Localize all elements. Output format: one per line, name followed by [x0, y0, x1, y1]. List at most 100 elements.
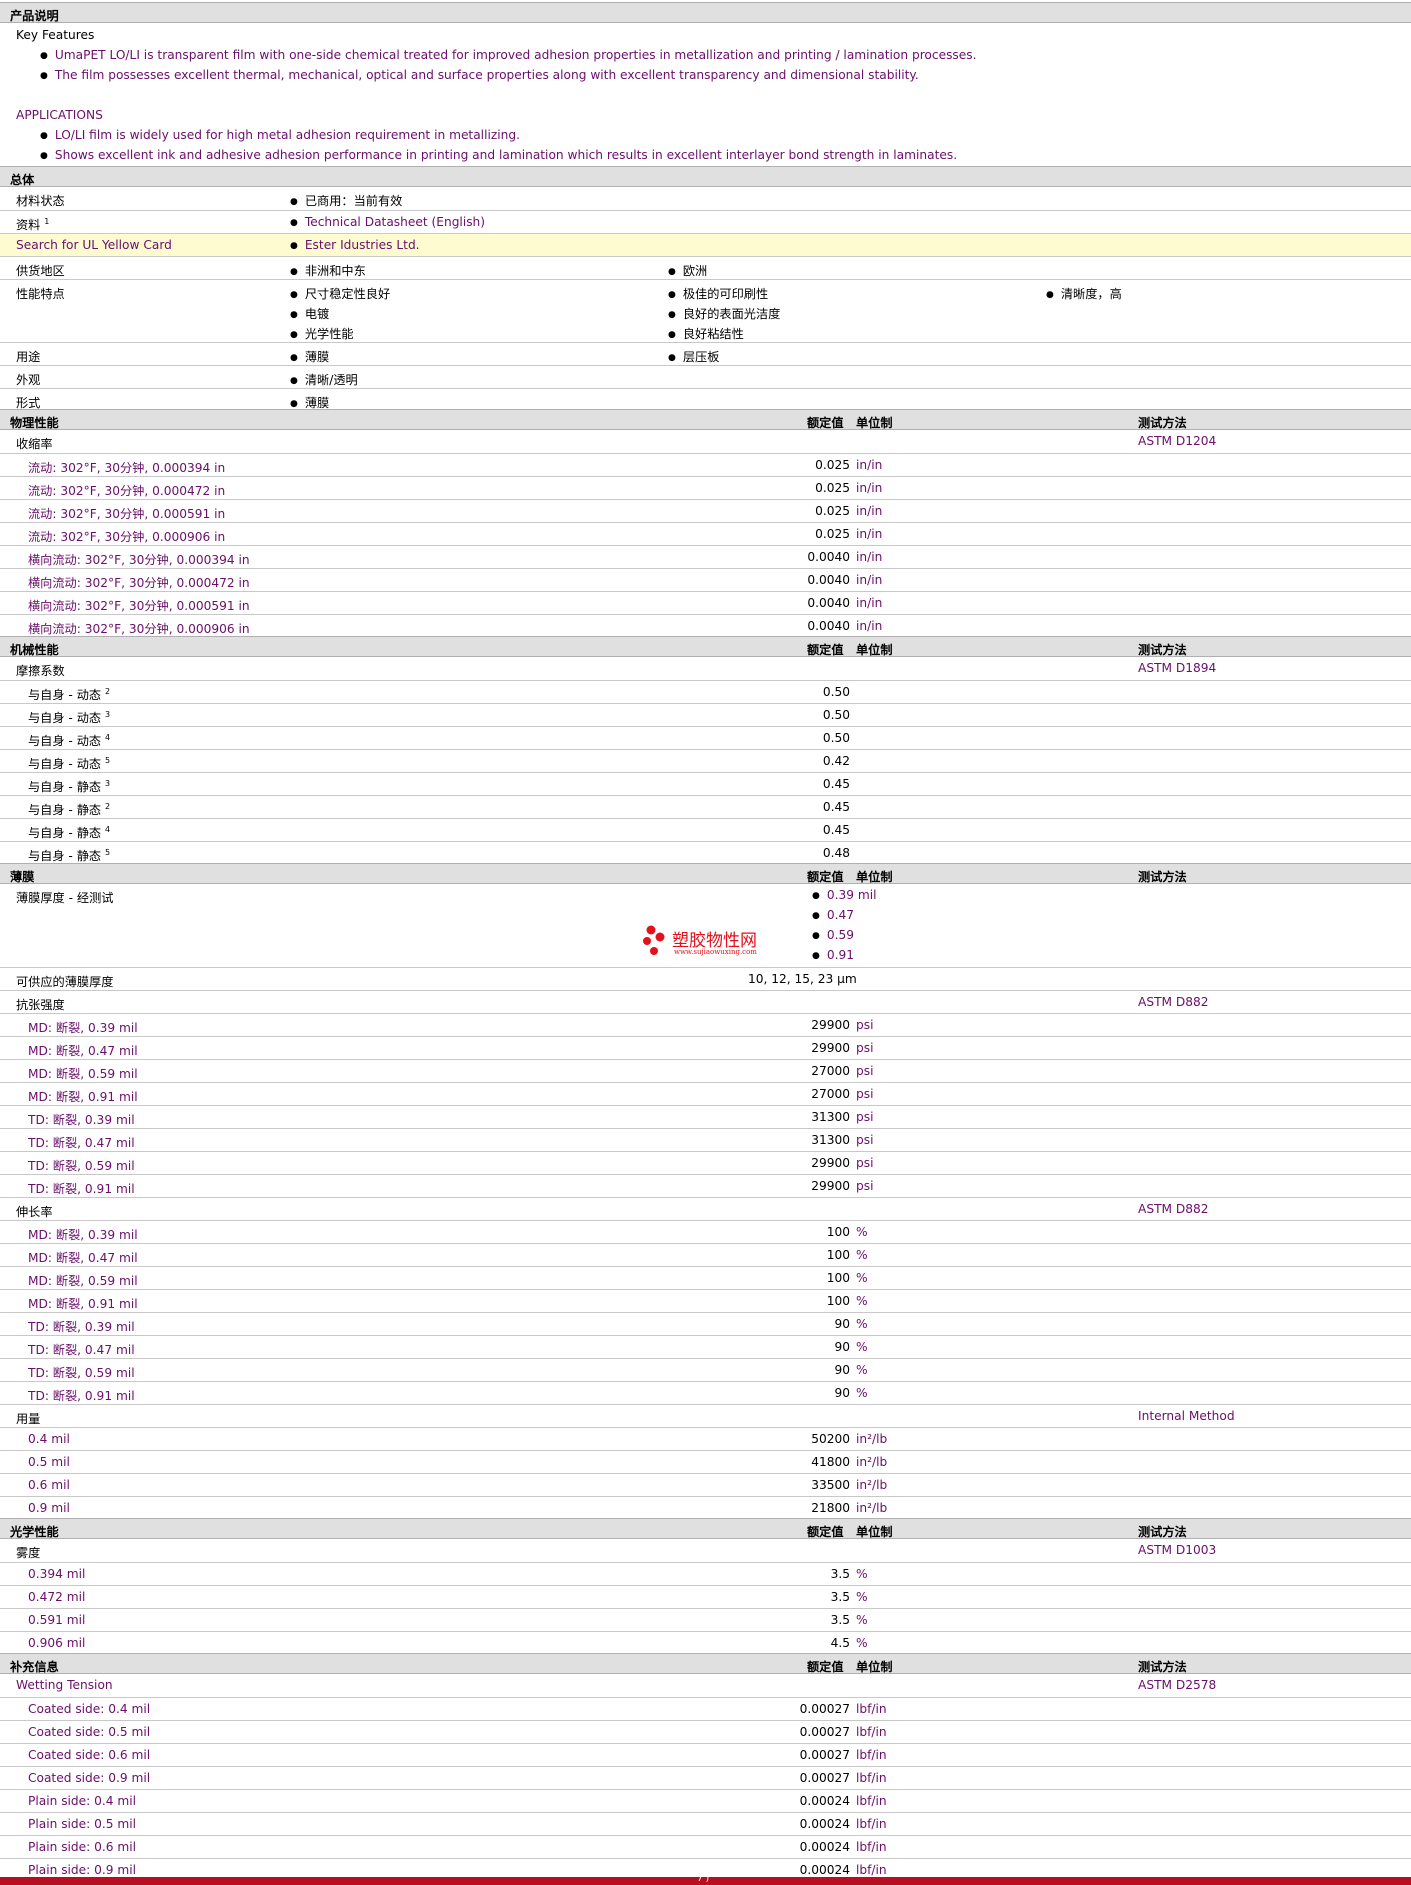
thickness-value: 0.91 [812, 948, 854, 962]
data-row: 流动: 302°F, 30分钟, 0.000906 in 0.025 in/in [0, 522, 1411, 545]
feature-item: 清晰度，高 [1046, 284, 1122, 302]
row-value: 0.0040 [807, 550, 850, 564]
row-label: 与自身 - 动态 2 [28, 685, 110, 703]
section-supplement-header: 补充信息 额定值 单位制 测试方法 [0, 1653, 1411, 1674]
ul-company-link[interactable]: Ester Idustries Ltd. [290, 238, 420, 252]
row-label: 与自身 - 静态 2 [28, 800, 110, 818]
row-value: 0.50 [822, 685, 850, 699]
row-unit: psi [856, 1041, 874, 1055]
data-row: 横向流动: 302°F, 30分钟, 0.000472 in 0.0040 in/i… [0, 568, 1411, 591]
section-title: 物理性能 [10, 416, 59, 430]
row-label-text: Plain side: 0.6 mil [28, 1840, 137, 1854]
footnote-ref: 3 [104, 778, 111, 788]
row-label-text: 横向流动: 302°F, 30分钟, 0.000906 in [28, 622, 250, 636]
row-value: 27000 [811, 1064, 850, 1078]
row-value: 0.48 [822, 846, 850, 860]
technical-datasheet-link[interactable]: Technical Datasheet (English) [290, 215, 485, 229]
section-title: 光学性能 [10, 1525, 59, 1539]
row-value: 非洲和中东 [290, 261, 366, 279]
row-unit: % [856, 1317, 868, 1331]
data-row: MD: 断裂, 0.47 mil 29900 psi [0, 1036, 1411, 1059]
row-value: 0.00024 [799, 1840, 850, 1854]
row-label-text: 流动: 302°F, 30分钟, 0.000394 in [28, 461, 226, 475]
row-label: 0.5 mil [28, 1455, 70, 1469]
row-label: TD: 断裂, 0.47 mil [28, 1340, 135, 1358]
data-row: Coated side: 0.4 mil 0.00027 lbf/in [0, 1697, 1411, 1720]
row-label: TD: 断裂, 0.59 mil [28, 1156, 135, 1174]
col-unit: 单位制 [856, 416, 893, 430]
row-label: 0.394 mil [28, 1567, 85, 1581]
ul-yellow-card-link[interactable]: Search for UL Yellow Card [16, 238, 172, 252]
general-row-documents: 资料 1 Technical Datasheet (English) [0, 210, 1411, 233]
row-label-text: MD: 断裂, 0.91 mil [28, 1090, 138, 1104]
col-unit: 单位制 [856, 1660, 893, 1674]
row-unit: % [856, 1590, 868, 1604]
row-unit: psi [856, 1179, 874, 1193]
row-label-text: TD: 断裂, 0.47 mil [28, 1136, 135, 1150]
row-label-text: MD: 断裂, 0.91 mil [28, 1297, 138, 1311]
data-row: 流动: 302°F, 30分钟, 0.000591 in 0.025 in/in [0, 499, 1411, 522]
row-unit: in/in [856, 458, 883, 472]
data-row: Plain side: 0.6 mil 0.00024 lbf/in [0, 1835, 1411, 1858]
row-label: TD: 断裂, 0.91 mil [28, 1179, 135, 1197]
row-label-text: 横向流动: 302°F, 30分钟, 0.000394 in [28, 553, 250, 567]
row-unit: in/in [856, 619, 883, 633]
footnote-ref: 5 [104, 847, 111, 857]
row-label: TD: 断裂, 0.59 mil [28, 1363, 135, 1381]
row-label: Coated side: 0.9 mil [28, 1771, 150, 1785]
data-row: TD: 断裂, 0.59 mil 29900 psi [0, 1151, 1411, 1174]
row-value: 90 [834, 1317, 850, 1331]
row-label: Plain side: 0.9 mil [28, 1863, 136, 1877]
row-unit: % [856, 1340, 868, 1354]
row-value: 已商用：当前有效 [290, 191, 403, 209]
row-label-text: 与自身 - 静态 [28, 780, 102, 794]
row-unit: in²/lb [856, 1432, 888, 1446]
general-row-features: 性能特点 尺寸稳定性良好 极佳的可印刷性 清晰度，高 电镀 良好的表面光洁度 光… [0, 279, 1411, 342]
test-method: ASTM D1204 [1138, 434, 1217, 448]
data-row: 0.6 mil 33500 in²/lb [0, 1473, 1411, 1496]
row-value: 0.50 [822, 731, 850, 745]
row-value: 薄膜 [290, 347, 329, 365]
row-unit: % [856, 1613, 868, 1627]
section-general-header: 总体 [0, 166, 1411, 187]
row-label: Plain side: 0.4 mil [28, 1794, 136, 1808]
row-value: 4.5 [830, 1636, 850, 1650]
row-label-text: 与自身 - 静态 [28, 849, 102, 863]
row-value: 0.45 [822, 823, 850, 837]
row-value: 100 [826, 1225, 850, 1239]
row-label: 可供应的薄膜厚度 [16, 975, 114, 989]
row-label: 0.591 mil [28, 1613, 85, 1627]
general-row-appearance: 外观 清晰/透明 [0, 365, 1411, 388]
col-nominal: 额定值 [807, 643, 844, 657]
data-row: 0.591 mil 3.5% [0, 1608, 1411, 1631]
row-unit: lbf/in [856, 1840, 887, 1854]
test-method: ASTM D882 [1138, 995, 1209, 1009]
row-unit: in/in [856, 527, 883, 541]
data-row: 与自身 - 动态 5 0.42 [0, 749, 1411, 772]
row-label: 0.472 mil [28, 1590, 85, 1604]
row-label: 横向流动: 302°F, 30分钟, 0.000591 in [28, 596, 250, 614]
row-unit: % [856, 1636, 868, 1650]
row-label-text: MD: 断裂, 0.59 mil [28, 1067, 138, 1081]
data-row: 与自身 - 动态 2 0.50 [0, 680, 1411, 703]
section-title: 产品说明 [10, 9, 59, 23]
row-label-text: Plain side: 0.5 mil [28, 1817, 137, 1831]
row-value: 0.025 [815, 527, 850, 541]
row-label: 横向流动: 302°F, 30分钟, 0.000472 in [28, 573, 250, 591]
row-unit: % [856, 1386, 868, 1400]
row-label: Coated side: 0.5 mil [28, 1725, 150, 1739]
col-unit: 单位制 [856, 643, 893, 657]
test-method: Internal Method [1138, 1409, 1235, 1423]
row-unit: lbf/in [856, 1725, 887, 1739]
row-unit: lbf/in [856, 1863, 887, 1877]
watermark-url: www.sujiaowuxing.com [674, 948, 757, 956]
row-value: 0.00024 [799, 1817, 850, 1831]
row-label-text: Coated side: 0.4 mil [28, 1702, 151, 1716]
row-unit: psi [856, 1087, 874, 1101]
row-label-text: 0.4 mil [28, 1432, 70, 1446]
data-row: 流动: 302°F, 30分钟, 0.000472 in 0.025 in/in [0, 476, 1411, 499]
row-label: 与自身 - 动态 3 [28, 708, 110, 726]
data-row: MD: 断裂, 0.91 mil 27000 psi [0, 1082, 1411, 1105]
row-label-text: TD: 断裂, 0.91 mil [28, 1389, 135, 1403]
row-label: 0.4 mil [28, 1432, 70, 1446]
